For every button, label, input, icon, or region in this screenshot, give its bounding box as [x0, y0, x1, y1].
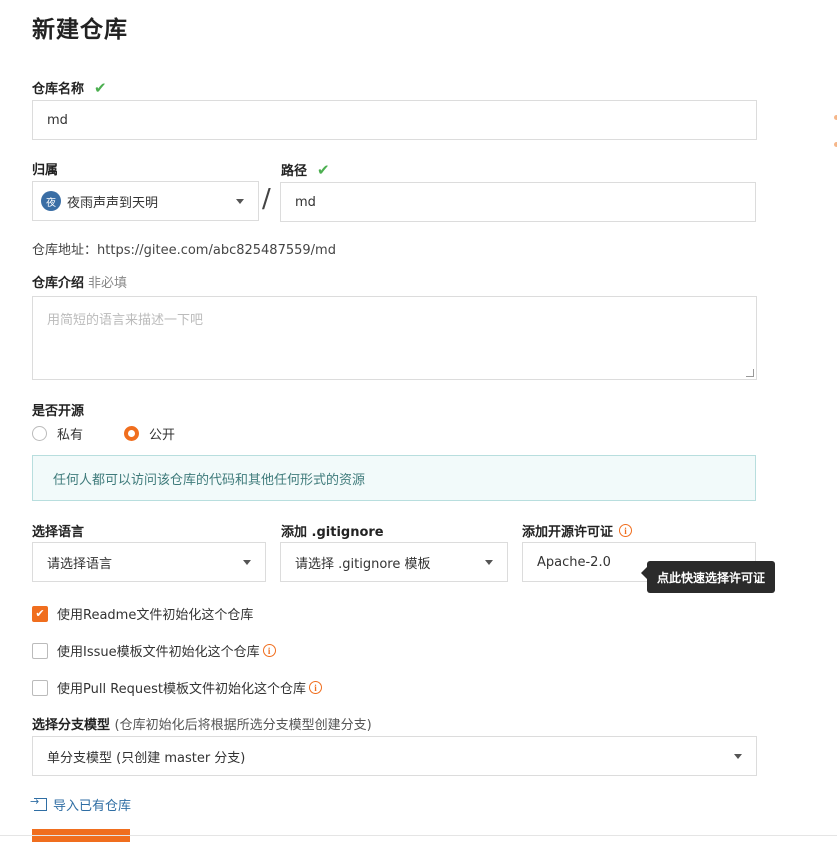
repo-url-value: https://gitee.com/abc825487559/md [97, 243, 336, 258]
owner-value: 夜雨声声到天明 [67, 195, 159, 211]
avatar: 夜 [41, 191, 61, 211]
repo-name-label-text: 仓库名称 [32, 82, 85, 97]
branch-model-label-text: 选择分支模型 [32, 718, 111, 733]
readme-option-label: 使用Readme文件初始化这个仓库 [57, 608, 254, 623]
visibility-hint: 任何人都可以访问该仓库的代码和其他任何形式的资源 [32, 455, 756, 501]
branch-model-value: 单分支模型 (只创建 master 分支) [47, 750, 246, 766]
repo-url: 仓库地址：https://gitee.com/abc825487559/md [32, 239, 336, 258]
gitignore-label: 添加 .gitignore [281, 525, 384, 540]
repo-name-label: 仓库名称 ✔ [32, 78, 107, 97]
page-title: 新建仓库 [32, 17, 128, 43]
visibility-hint-text: 任何人都可以访问该仓库的代码和其他任何形式的资源 [53, 472, 366, 488]
path-label-text: 路径 [281, 164, 308, 179]
chevron-down-icon [485, 559, 493, 565]
owner-select[interactable]: 夜 夜雨声声到天明 [32, 181, 259, 221]
init-issue-option[interactable]: 使用Issue模板文件初始化这个仓库 i [32, 641, 276, 660]
language-label: 选择语言 [32, 525, 85, 540]
repo-name-value: md [47, 112, 68, 128]
info-icon[interactable]: i [619, 524, 633, 537]
license-tooltip: 点此快速选择许可证 [640, 561, 776, 593]
repo-url-label: 仓库地址： [32, 243, 98, 258]
import-icon [30, 795, 47, 811]
path-label: 路径 ✔ [281, 160, 330, 179]
path-value: md [295, 194, 316, 210]
chevron-down-icon [734, 753, 742, 759]
path-input[interactable]: md [280, 182, 756, 222]
language-select[interactable]: 请选择语言 [32, 542, 266, 582]
description-label-text: 仓库介绍 [32, 276, 85, 291]
repo-name-input[interactable]: md [32, 100, 757, 140]
description-placeholder: 用简短的语言来描述一下吧 [47, 313, 204, 328]
check-icon: ✔ [317, 161, 330, 179]
language-value: 请选择语言 [47, 556, 113, 572]
radio-public-label: 公开 [149, 428, 176, 443]
pr-option-label: 使用Pull Request模板文件初始化这个仓库 [57, 682, 307, 697]
radio-public-circle[interactable] [124, 426, 139, 441]
issue-option-label: 使用Issue模板文件初始化这个仓库 [57, 645, 260, 660]
radio-private[interactable]: 私有 [32, 424, 83, 443]
pr-checkbox[interactable] [32, 679, 48, 696]
info-icon[interactable]: i [262, 644, 276, 657]
readme-checkbox[interactable]: ✔ [32, 605, 48, 622]
license-label-text: 添加开源许可证 [522, 525, 614, 540]
gitignore-value: 请选择 .gitignore 模板 [295, 556, 431, 572]
license-value: Apache-2.0 [537, 554, 611, 570]
init-readme-option[interactable]: ✔ 使用Readme文件初始化这个仓库 [32, 604, 253, 623]
chevron-down-icon [236, 198, 244, 204]
chevron-down-icon [243, 559, 251, 565]
visibility-label: 是否开源 [32, 404, 85, 419]
radio-private-circle[interactable] [32, 426, 47, 441]
optional-tag: 非必填 [88, 276, 128, 291]
import-repo-label: 导入已有仓库 [53, 799, 132, 814]
divider [0, 835, 837, 836]
info-icon[interactable]: i [309, 681, 323, 694]
license-label: 添加开源许可证 i [522, 521, 633, 540]
radio-private-label: 私有 [57, 428, 84, 443]
check-icon: ✔ [94, 79, 107, 97]
issue-checkbox[interactable] [32, 642, 48, 659]
owner-label: 归属 [32, 163, 59, 178]
path-separator: / [262, 184, 271, 214]
import-repo-link[interactable]: 导入已有仓库 [30, 795, 132, 814]
resize-handle[interactable] [746, 369, 754, 377]
description-textarea[interactable]: 用简短的语言来描述一下吧 [32, 296, 757, 380]
branch-model-select[interactable]: 单分支模型 (只创建 master 分支) [32, 736, 757, 776]
init-pr-option[interactable]: 使用Pull Request模板文件初始化这个仓库 i [32, 678, 323, 697]
description-label: 仓库介绍 非必填 [32, 272, 127, 291]
radio-public[interactable]: 公开 [124, 424, 175, 443]
gitignore-select[interactable]: 请选择 .gitignore 模板 [280, 542, 508, 582]
branch-model-note: (仓库初始化后将根据所选分支模型创建分支) [114, 718, 372, 733]
branch-model-label: 选择分支模型 (仓库初始化后将根据所选分支模型创建分支) [32, 714, 372, 733]
